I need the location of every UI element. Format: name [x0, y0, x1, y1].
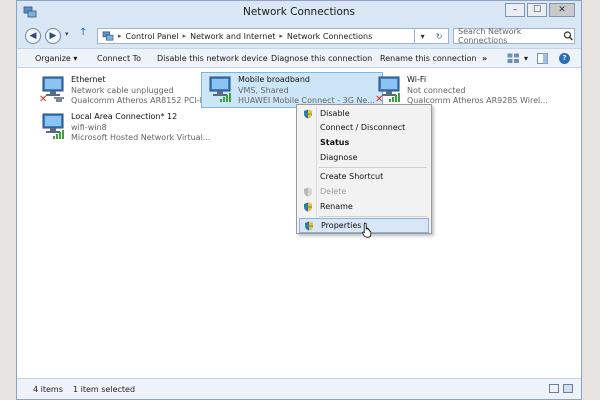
connect-to-button[interactable]: Connect To	[97, 54, 141, 63]
menu-item-disable[interactable]: Disable	[299, 107, 429, 121]
uac-shield-icon	[304, 109, 312, 119]
menu-separator	[319, 167, 427, 168]
menu-item-label: Status	[320, 138, 350, 147]
connection-name: Local Area Connection* 12	[71, 112, 178, 121]
svg-text:✕: ✕	[39, 94, 47, 103]
view-options-dropdown[interactable]: ▾	[524, 54, 528, 63]
breadcrumb-separator: ▸	[182, 32, 187, 40]
menu-item-label: Delete	[320, 187, 347, 196]
mobile-broadband-adapter-icon	[209, 76, 231, 102]
forward-button[interactable]: ▶	[45, 28, 61, 44]
maximize-button[interactable]: ☐	[527, 3, 547, 17]
search-placeholder: Search Network Connections	[458, 27, 522, 45]
diagnose-button[interactable]: Diagnose this connection	[271, 54, 372, 63]
menu-item-label: Disable	[320, 109, 350, 118]
connection-ethernet[interactable]: ✕ Ethernet Network cable unplugged Qualc…	[35, 73, 212, 107]
uac-shield-icon	[304, 187, 312, 197]
connection-local-area-12[interactable]: Local Area Connection* 12 wifi-win8 Micr…	[35, 110, 215, 144]
menu-item-label: Rename	[320, 202, 353, 211]
uac-shield-icon	[305, 221, 313, 231]
rename-button[interactable]: Rename this connection	[380, 54, 477, 63]
ethernet-adapter-icon: ✕	[39, 76, 64, 103]
back-button[interactable]: ◀	[25, 28, 41, 44]
menu-item-status[interactable]: Status	[299, 136, 429, 150]
control-panel-icon	[102, 31, 114, 41]
command-bar: Organize ▾ Connect To Disable this netwo…	[17, 48, 581, 68]
refresh-icon[interactable]: ↻	[436, 32, 443, 41]
address-field[interactable]: ▸ Control Panel ▸ Network and Internet ▸…	[97, 28, 415, 44]
item-count: 4 items	[33, 385, 63, 394]
organize-menu[interactable]: Organize ▾	[35, 54, 77, 63]
status-bar: 4 items 1 item selected	[17, 378, 581, 399]
connection-name: Mobile broadband	[238, 75, 310, 84]
breadcrumb-separator: ▸	[279, 32, 283, 40]
search-icon[interactable]	[563, 31, 574, 41]
more-commands-button[interactable]: »	[482, 54, 487, 63]
search-input[interactable]: Search Network Connections	[453, 27, 575, 45]
connection-device: Qualcomm Atheros AR8152 PCI-E...	[71, 96, 213, 105]
recent-locations-button[interactable]: ▾	[65, 30, 69, 38]
minimize-button[interactable]: –	[505, 3, 525, 17]
menu-item-rename[interactable]: Rename	[299, 200, 429, 214]
breadcrumb-control-panel[interactable]: Control Panel	[126, 32, 179, 41]
up-button[interactable]: ↑	[79, 27, 87, 38]
connection-name: Ethernet	[71, 75, 106, 84]
connection-status: Not connected	[407, 85, 466, 95]
window-title: Network Connections	[242, 6, 356, 18]
breadcrumb-separator: ▸	[118, 32, 122, 40]
address-tools: ▾ ↻	[415, 28, 449, 44]
menu-item-label: Create Shortcut	[320, 172, 384, 181]
context-menu: Disable Connect / Disconnect Status Diag…	[296, 104, 432, 234]
title-bar: Network Connections – ☐ ✕	[17, 1, 581, 25]
connection-wifi[interactable]: ✕ Wi-Fi Not connected Qualcomm Atheros A…	[371, 73, 571, 107]
close-button[interactable]: ✕	[549, 3, 575, 17]
connection-device: Microsoft Hosted Network Virtual...	[71, 133, 211, 142]
selection-count: 1 item selected	[73, 385, 136, 394]
connection-name: Wi-Fi	[407, 75, 427, 84]
menu-item-create-shortcut[interactable]: Create Shortcut	[299, 170, 429, 184]
wifi-adapter-icon: ✕	[375, 76, 400, 103]
breadcrumb-network-and-internet[interactable]: Network and Internet	[190, 32, 275, 41]
view-options-icon[interactable]	[507, 53, 521, 64]
help-button[interactable]: ?	[559, 53, 570, 64]
connection-status: wifi-win8	[71, 122, 107, 132]
address-dropdown-icon[interactable]: ▾	[421, 32, 425, 41]
menu-item-diagnose[interactable]: Diagnose	[299, 151, 429, 165]
window-controls: – ☐ ✕	[505, 3, 575, 19]
menu-separator	[319, 216, 427, 217]
disable-device-button[interactable]: Disable this network device	[157, 54, 268, 63]
large-icons-view-icon[interactable]	[563, 384, 573, 393]
preview-pane-icon[interactable]	[537, 53, 548, 64]
connection-status: VMS, Shared	[238, 85, 289, 95]
connection-status: Network cable unplugged	[71, 85, 174, 95]
menu-item-label: Diagnose	[320, 153, 358, 162]
hosted-network-adapter-icon	[42, 113, 64, 139]
menu-item-label: Connect / Disconnect	[320, 123, 406, 132]
svg-text:✕: ✕	[375, 94, 383, 103]
hand-cursor-icon	[362, 222, 372, 238]
details-view-icon[interactable]	[549, 384, 559, 393]
uac-shield-icon	[304, 202, 312, 212]
menu-item-connect-disconnect[interactable]: Connect / Disconnect	[299, 121, 429, 135]
menu-item-label: Properties	[321, 221, 362, 230]
connection-mobile-broadband[interactable]: Mobile broadband VMS, Shared HUAWEI Mobi…	[201, 72, 383, 108]
breadcrumb-network-connections[interactable]: Network Connections	[287, 32, 372, 41]
menu-item-delete: Delete	[299, 185, 429, 199]
view-switcher	[549, 384, 573, 393]
address-bar-row: ◀ ▶ ▾ ↑ ▸ Control Panel ▸ Network and In…	[17, 25, 581, 47]
